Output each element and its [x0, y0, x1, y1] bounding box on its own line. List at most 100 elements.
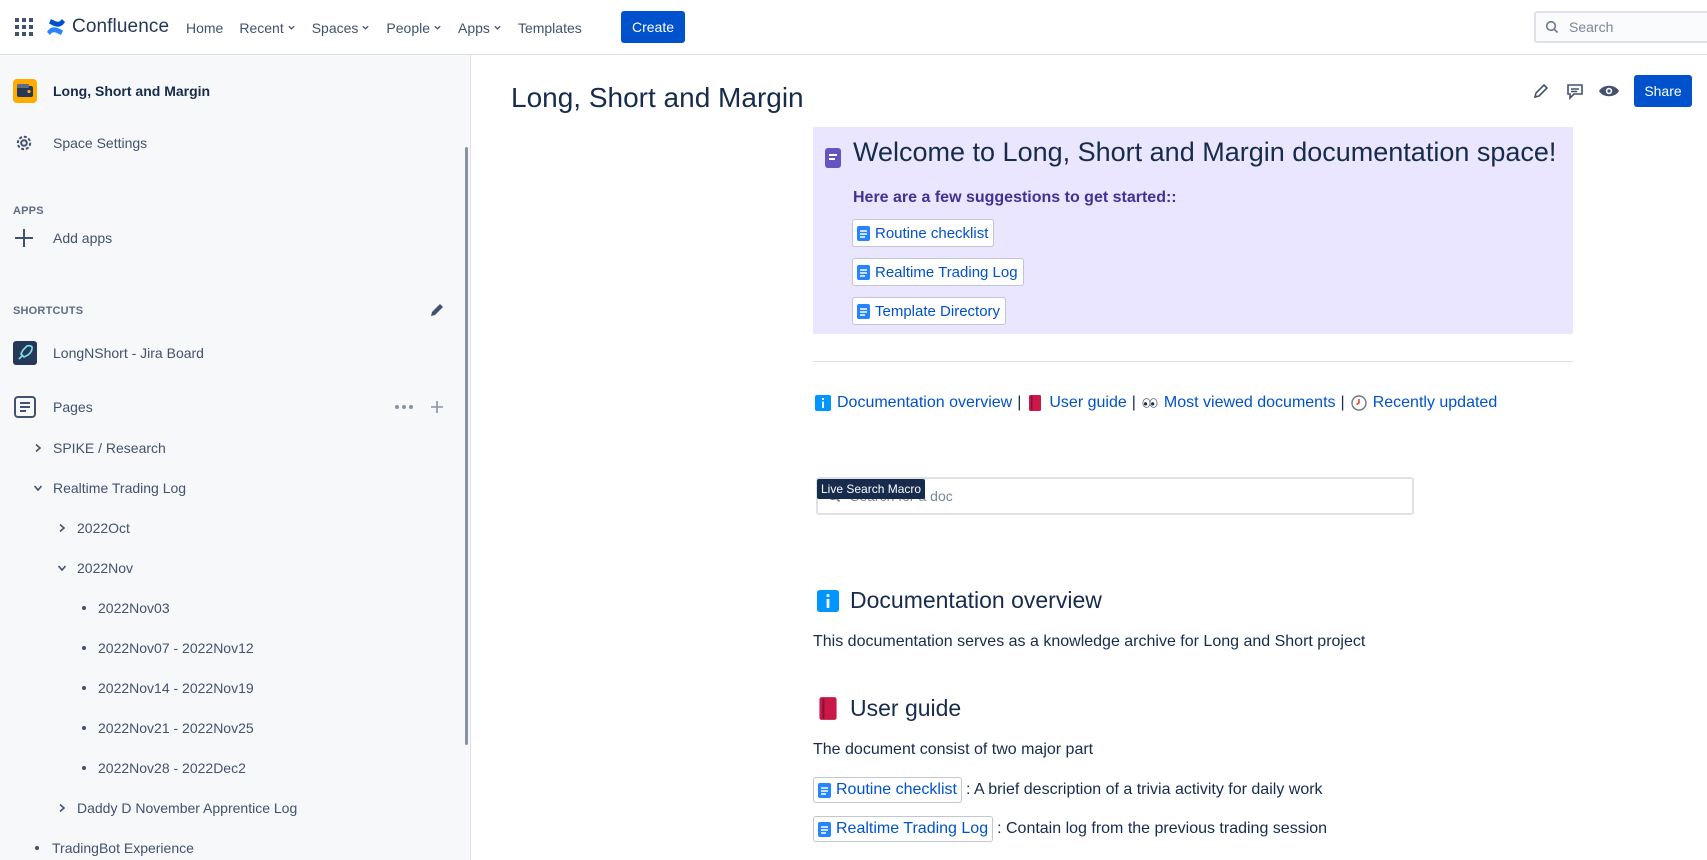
tree-item-label: 2022Nov14 - 2022Nov19 [98, 680, 254, 696]
global-search[interactable] [1534, 11, 1707, 43]
welcome-link-template-directory[interactable]: Template Directory [852, 297, 1007, 325]
tree-item-tradingbot-experience[interactable]: TradingBot Experience [35, 840, 194, 856]
search-icon [1545, 20, 1559, 34]
primary-nav: Home Recent Spaces People Apps Templates [186, 0, 598, 55]
tree-item-2022nov07[interactable]: 2022Nov07 - 2022Nov12 [82, 640, 254, 656]
confluence-logo-icon [47, 19, 65, 35]
note-icon [825, 148, 841, 168]
tree-item-2022nov14[interactable]: 2022Nov14 - 2022Nov19 [82, 680, 254, 696]
tree-item-label: Realtime Trading Log [53, 480, 187, 496]
space-header[interactable]: Long, Short and Margin [13, 79, 210, 103]
bullet-icon [82, 766, 86, 770]
tree-item-2022nov28[interactable]: 2022Nov28 - 2022Dec2 [82, 760, 246, 776]
apps-section-header: APPS [13, 205, 44, 217]
chevron-down-icon[interactable] [33, 483, 43, 493]
nav-apps[interactable]: Apps [458, 20, 502, 36]
nav-apps-label: Apps [458, 19, 490, 36]
shortcuts-section-header: SHORTCUTS [13, 305, 84, 317]
space-settings-label: Space Settings [53, 135, 148, 151]
comment-icon[interactable] [1564, 80, 1586, 102]
chip-label: Realtime Trading Log [836, 820, 989, 837]
confluence-logo[interactable]: Confluence [46, 15, 169, 39]
divider [813, 361, 1573, 362]
nav-templates-label: Templates [517, 19, 582, 36]
nav-people-label: People [386, 19, 431, 36]
bullet-icon [82, 606, 86, 610]
more-actions-icon[interactable] [394, 404, 414, 410]
quick-links: Documentation overview | User guide | Mo… [815, 394, 1497, 412]
nav-recent[interactable]: Recent [239, 20, 295, 36]
share-button[interactable]: Share [1634, 75, 1692, 107]
item-description: : A brief description of a trivia activi… [965, 781, 1323, 798]
create-button[interactable]: Create [621, 11, 685, 43]
chevron-down-icon[interactable] [57, 563, 67, 573]
add-apps-link[interactable]: Add apps [13, 227, 112, 249]
tree-item-daddy-d-log[interactable]: Daddy D November Apprentice Log [57, 800, 297, 816]
add-page-plus-icon[interactable] [430, 400, 444, 414]
page-icon [818, 821, 831, 837]
tree-item-2022nov[interactable]: 2022Nov [57, 560, 133, 576]
bullet-icon [82, 686, 86, 690]
tree-item-2022oct[interactable]: 2022Oct [57, 520, 130, 536]
page-title: Long, Short and Margin [511, 82, 804, 113]
tree-item-label: 2022Nov28 - 2022Dec2 [98, 760, 246, 776]
welcome-link-realtime-trading-log[interactable]: Realtime Trading Log [852, 258, 1024, 286]
pages-header[interactable]: Pages [13, 395, 93, 419]
nav-spaces[interactable]: Spaces [312, 20, 371, 36]
link-documentation-overview[interactable]: Documentation overview [837, 394, 1012, 412]
chip-label: Routine checklist [836, 781, 957, 798]
user-guide-item-1: Routine checklist : A brief description … [813, 777, 1323, 803]
tree-item-2022nov21[interactable]: 2022Nov21 - 2022Nov25 [82, 720, 254, 736]
watch-eye-icon[interactable] [1598, 80, 1620, 102]
nav-home[interactable]: Home [186, 20, 223, 36]
bullet-icon [35, 846, 39, 850]
add-apps-label: Add apps [53, 230, 113, 246]
chevron-right-icon[interactable] [33, 443, 43, 453]
app-name: Confluence [72, 16, 170, 37]
pages-label: Pages [53, 399, 93, 415]
edit-shortcuts-pencil-icon[interactable] [428, 301, 446, 319]
tree-item-2022nov03[interactable]: 2022Nov03 [82, 600, 170, 616]
page-icon [857, 225, 870, 241]
user-guide-text: The document consist of two major part [813, 741, 1094, 758]
welcome-panel: Welcome to Long, Short and Margin docume… [813, 127, 1573, 334]
bullet-icon [82, 646, 86, 650]
shortcut-jira-board[interactable]: LongNShort - Jira Board [13, 341, 204, 365]
nav-spaces-label: Spaces [311, 19, 359, 36]
link-user-guide[interactable]: User guide [1049, 394, 1126, 412]
page-actions: Share [1530, 75, 1692, 107]
link-routine-checklist[interactable]: Routine checklist [813, 777, 962, 803]
heading-documentation-overview: Documentation overview [816, 587, 1102, 614]
link-recently-updated[interactable]: Recently updated [1373, 394, 1498, 412]
search-input[interactable] [1567, 18, 1707, 36]
link-realtime-trading-log[interactable]: Realtime Trading Log [813, 816, 994, 842]
nav-people[interactable]: People [386, 20, 442, 36]
macro-tooltip: Live Search Macro [817, 479, 926, 499]
tree-item-label: 2022Nov03 [98, 600, 170, 616]
space-avatar-icon [13, 79, 37, 103]
edit-pencil-icon[interactable] [1530, 80, 1552, 102]
space-settings-link[interactable]: Space Settings [13, 132, 147, 154]
book-icon [816, 697, 840, 721]
nav-recent-label: Recent [239, 19, 284, 36]
welcome-link-routine-checklist[interactable]: Routine checklist [852, 219, 995, 247]
tree-item-spike-research[interactable]: SPIKE / Research [33, 440, 166, 456]
chip-label: Routine checklist [875, 224, 989, 242]
chip-label: Realtime Trading Log [875, 263, 1018, 281]
tree-item-label: 2022Nov21 - 2022Nov25 [98, 720, 254, 736]
sidebar-scrollbar[interactable] [465, 147, 468, 745]
chevron-down-icon [362, 25, 370, 30]
heading-text: User guide [850, 695, 962, 721]
tree-item-realtime-trading-log[interactable]: Realtime Trading Log [33, 480, 186, 496]
nav-templates[interactable]: Templates [518, 20, 582, 36]
page-icon [857, 264, 870, 280]
chevron-right-icon[interactable] [57, 803, 67, 813]
page-content: Long, Short and Margin Share Welcome to … [472, 55, 1707, 860]
space-sidebar: Long, Short and Margin Space Settings AP… [0, 55, 471, 860]
app-switcher-icon[interactable] [15, 18, 33, 36]
link-most-viewed-documents[interactable]: Most viewed documents [1164, 394, 1336, 412]
chevron-right-icon[interactable] [57, 523, 67, 533]
tree-item-label: Daddy D November Apprentice Log [77, 800, 298, 816]
tree-item-label: 2022Oct [77, 520, 130, 536]
gear-icon [16, 135, 32, 151]
